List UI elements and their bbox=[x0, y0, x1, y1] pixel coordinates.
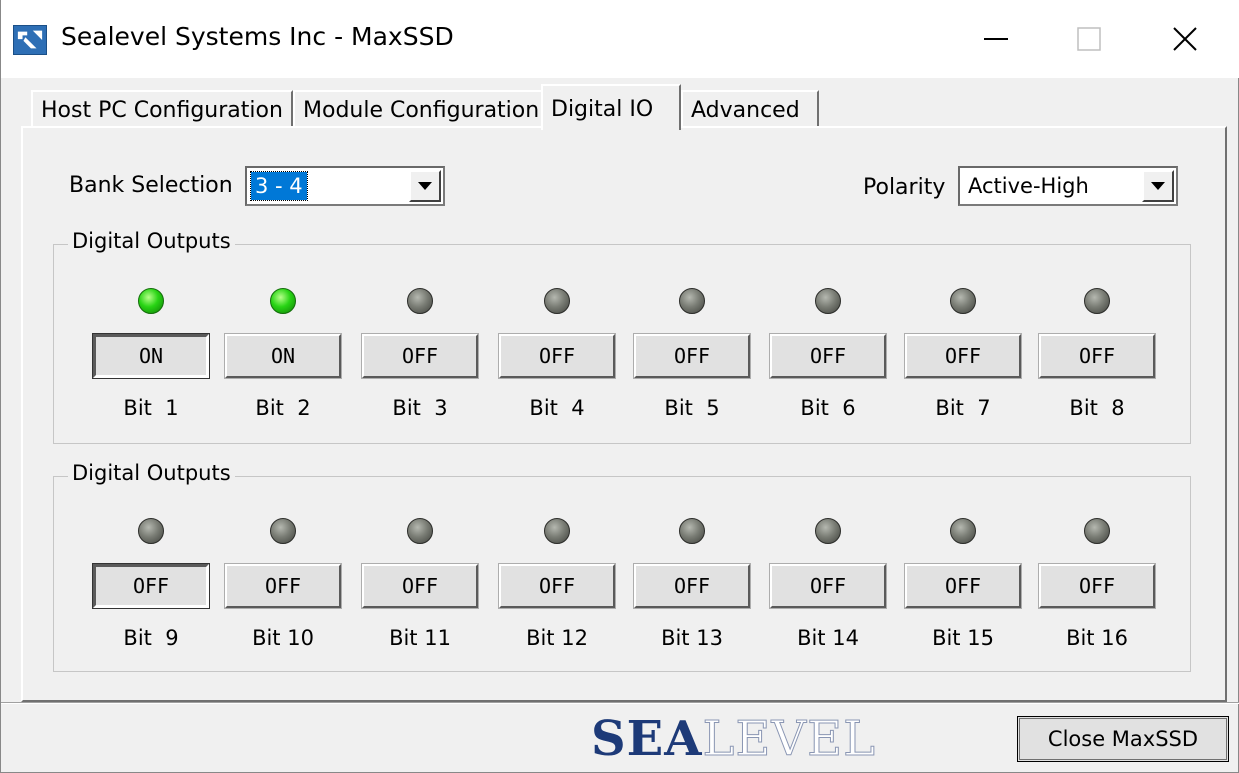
minimize-button[interactable] bbox=[951, 0, 1041, 78]
bit-10-led-indicator bbox=[270, 518, 296, 544]
bit-8-label: Bit 8 bbox=[1069, 396, 1125, 420]
polarity-dropdown-button[interactable] bbox=[1142, 170, 1174, 202]
tab-advanced[interactable]: Advanced bbox=[681, 90, 819, 128]
bit-8-toggle-button[interactable]: OFF bbox=[1038, 333, 1156, 379]
close-icon bbox=[1173, 27, 1197, 51]
bit-2-toggle-button[interactable]: ON bbox=[224, 333, 342, 379]
close-maxssd-button[interactable]: Close MaxSSD bbox=[1017, 716, 1229, 762]
bit-12-label: Bit 12 bbox=[526, 626, 588, 650]
bit-8-led-indicator bbox=[1084, 288, 1110, 314]
chevron-down-icon bbox=[1151, 182, 1165, 190]
bit-4-label: Bit 4 bbox=[529, 396, 585, 420]
bit-15-toggle-button[interactable]: OFF bbox=[904, 563, 1022, 609]
sealevel-app-icon[interactable] bbox=[13, 25, 47, 55]
bit-11-led-indicator bbox=[407, 518, 433, 544]
bit-2-led-indicator bbox=[270, 288, 296, 314]
minimize-icon bbox=[984, 38, 1008, 40]
bit-6-toggle-button[interactable]: OFF bbox=[769, 333, 887, 379]
bit-9-led-indicator bbox=[138, 518, 164, 544]
tab-host-pc-configuration[interactable]: Host PC Configuration bbox=[31, 90, 293, 128]
bit-13-label: Bit 13 bbox=[661, 626, 723, 650]
logo-text-bold: SEA bbox=[591, 711, 703, 767]
bank-selection-value: 3 - 4 bbox=[250, 171, 308, 201]
bit-7-toggle-button[interactable]: OFF bbox=[904, 333, 1022, 379]
bit-14-led-indicator bbox=[815, 518, 841, 544]
bit-5-label: Bit 5 bbox=[664, 396, 720, 420]
bank-dropdown-button[interactable] bbox=[409, 170, 441, 202]
bit-6-led-indicator bbox=[815, 288, 841, 314]
bit-5-led-indicator bbox=[679, 288, 705, 314]
bit-6-label: Bit 6 bbox=[800, 396, 856, 420]
bit-7-label: Bit 7 bbox=[935, 396, 991, 420]
window-title: Sealevel Systems Inc - MaxSSD bbox=[61, 22, 454, 51]
footer-divider bbox=[1, 702, 1239, 704]
sealevel-logo: SEA LEVEL bbox=[591, 714, 876, 764]
bit-15-label: Bit 15 bbox=[932, 626, 994, 650]
bit-13-toggle-button[interactable]: OFF bbox=[633, 563, 751, 609]
tab-module-configuration[interactable]: Module Configuration bbox=[293, 90, 545, 128]
bit-4-toggle-button[interactable]: OFF bbox=[498, 333, 616, 379]
bit-9-toggle-button[interactable]: OFF bbox=[92, 563, 210, 609]
bit-16-toggle-button[interactable]: OFF bbox=[1038, 563, 1156, 609]
bit-12-led-indicator bbox=[544, 518, 570, 544]
bit-3-led-indicator bbox=[407, 288, 433, 314]
group-title: Digital Outputs bbox=[68, 229, 235, 253]
polarity-dropdown[interactable]: Active-High bbox=[958, 166, 1178, 206]
bit-10-toggle-button[interactable]: OFF bbox=[224, 563, 342, 609]
bank-selection-label: Bank Selection bbox=[69, 173, 233, 198]
bit-13-led-indicator bbox=[679, 518, 705, 544]
maximize-button[interactable] bbox=[1044, 0, 1134, 78]
bit-1-led-indicator bbox=[138, 288, 164, 314]
polarity-value: Active-High bbox=[968, 174, 1089, 198]
bank-selection-dropdown[interactable]: 3 - 4 bbox=[245, 166, 445, 206]
close-window-button[interactable] bbox=[1140, 0, 1230, 78]
chevron-down-icon bbox=[418, 182, 432, 190]
bit-2-label: Bit 2 bbox=[255, 396, 311, 420]
bit-15-led-indicator bbox=[950, 518, 976, 544]
bit-10-label: Bit 10 bbox=[252, 626, 314, 650]
tab-digital-io[interactable]: Digital IO bbox=[541, 84, 681, 130]
bit-14-label: Bit 14 bbox=[797, 626, 859, 650]
bit-1-label: Bit 1 bbox=[123, 396, 179, 420]
bit-16-led-indicator bbox=[1084, 518, 1110, 544]
app-window: Sealevel Systems Inc - MaxSSD Host PC Co… bbox=[0, 0, 1239, 773]
bit-4-led-indicator bbox=[544, 288, 570, 314]
bit-12-toggle-button[interactable]: OFF bbox=[498, 563, 616, 609]
bit-14-toggle-button[interactable]: OFF bbox=[769, 563, 887, 609]
bit-1-toggle-button[interactable]: ON bbox=[92, 333, 210, 379]
maximize-icon bbox=[1077, 27, 1101, 51]
bit-3-toggle-button[interactable]: OFF bbox=[361, 333, 479, 379]
bit-11-toggle-button[interactable]: OFF bbox=[361, 563, 479, 609]
title-bar[interactable]: Sealevel Systems Inc - MaxSSD bbox=[1, 0, 1239, 78]
bit-11-label: Bit 11 bbox=[389, 626, 451, 650]
bit-9-label: Bit 9 bbox=[123, 626, 179, 650]
logo-text-outline: LEVEL bbox=[702, 711, 876, 767]
polarity-label: Polarity bbox=[863, 175, 946, 200]
bit-3-label: Bit 3 bbox=[392, 396, 448, 420]
bit-5-toggle-button[interactable]: OFF bbox=[633, 333, 751, 379]
bit-16-label: Bit 16 bbox=[1066, 626, 1128, 650]
group-title: Digital Outputs bbox=[68, 461, 235, 485]
bit-7-led-indicator bbox=[950, 288, 976, 314]
